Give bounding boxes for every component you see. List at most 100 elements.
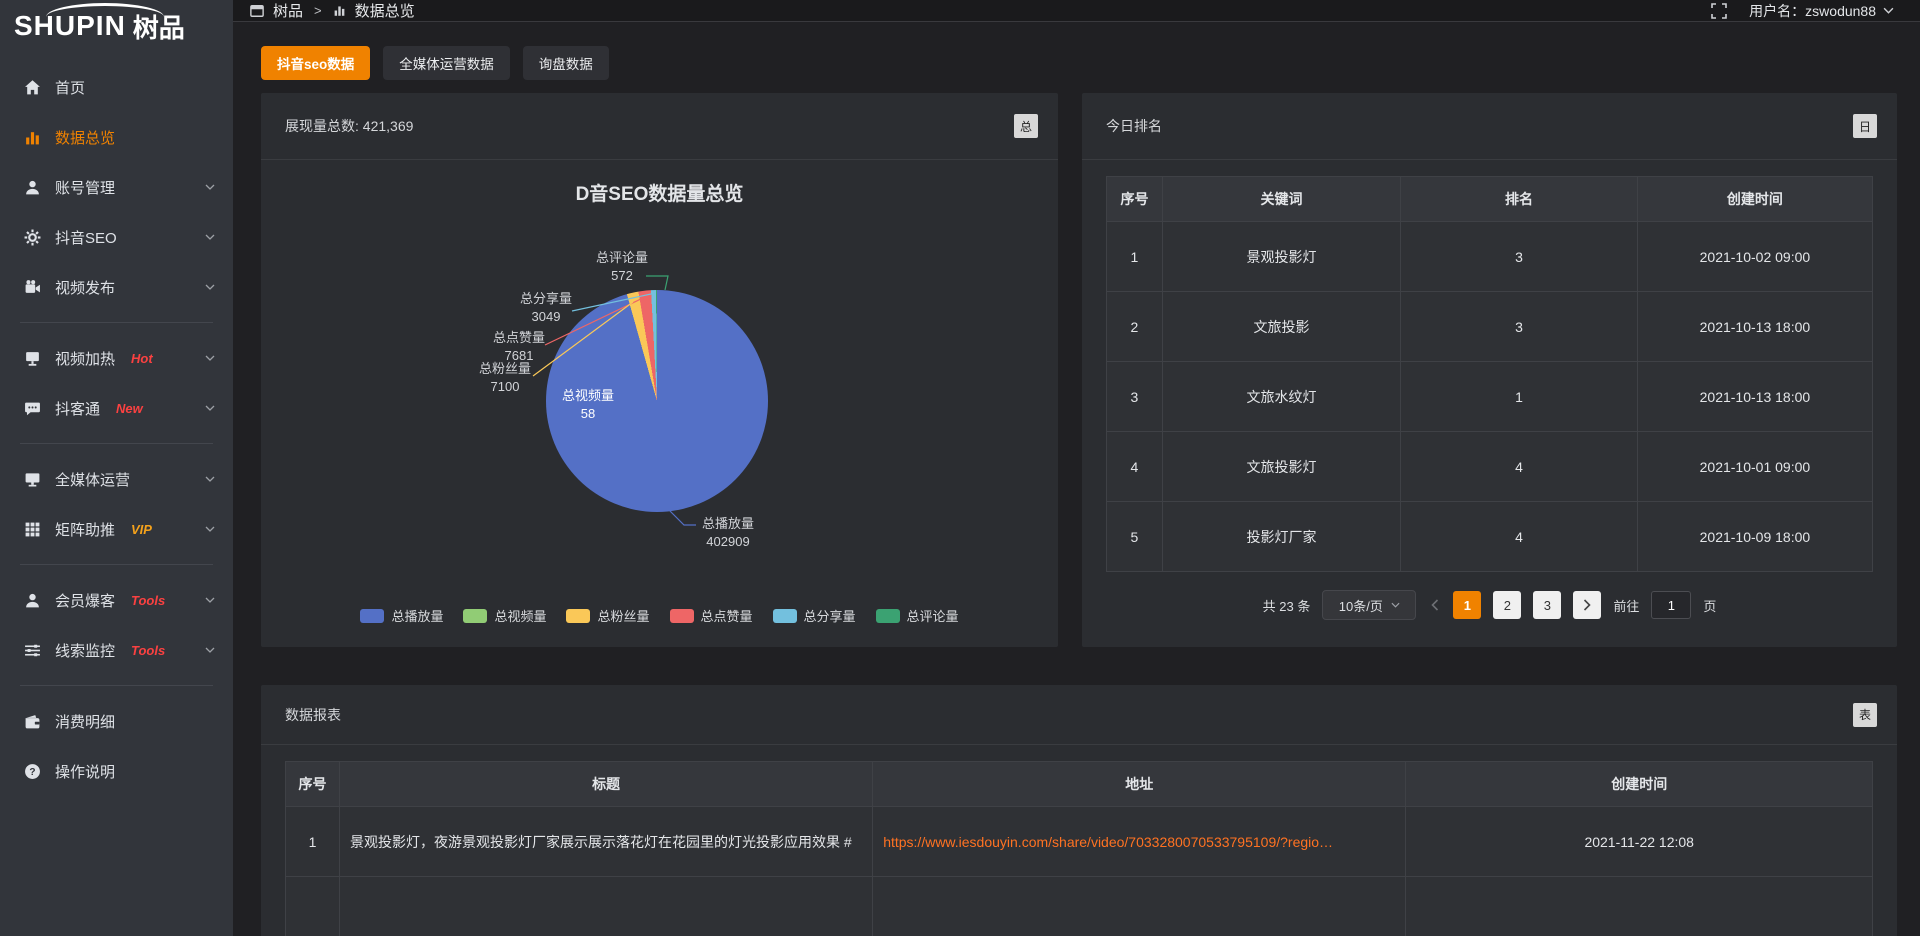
chevron-down-icon — [205, 355, 215, 361]
table-header-row: 序号 标题 地址 创建时间 — [286, 762, 1873, 807]
page-size-select[interactable]: 10条/页 — [1322, 590, 1416, 620]
pie-label-videos: 总视频量58 — [538, 387, 638, 423]
chevron-down-icon — [205, 184, 215, 190]
sidebar-item-video-heat[interactable]: 视频加热 Hot — [0, 333, 233, 383]
pie-label-plays: 总播放量402909 — [678, 515, 778, 551]
column-header: 序号 — [1107, 177, 1163, 222]
column-header: 创建时间 — [1406, 762, 1873, 807]
sidebar-item-label: 首页 — [55, 77, 85, 98]
legend-item-fans[interactable]: 总粉丝量 — [566, 606, 649, 625]
sidebar-divider — [20, 685, 213, 686]
column-header: 标题 — [339, 762, 872, 807]
sidebar-item-label: 账号管理 — [55, 177, 115, 198]
sidebar-item-label: 消费明细 — [55, 711, 115, 732]
goto-label: 前往 — [1613, 596, 1639, 615]
username-label: 用户名：zswodun88 — [1749, 1, 1876, 21]
pie-label-likes: 总点赞量7681 — [469, 329, 569, 365]
tab-media-operation-data[interactable]: 全媒体运营数据 — [383, 46, 510, 80]
fullscreen-icon[interactable] — [1711, 3, 1727, 19]
sidebar-item-video-publish[interactable]: 视频发布 — [0, 262, 233, 312]
sidebar-item-member-tools[interactable]: 会员爆客 Tools — [0, 575, 233, 625]
legend-swatch — [566, 609, 590, 623]
sidebar: SHUPIN 树品 首页 数据总览 账号管理 抖音SEO 视频发布 — [0, 0, 233, 936]
tab-inquiry-data[interactable]: 询盘数据 — [523, 46, 609, 80]
prev-page-icon[interactable] — [1428, 599, 1441, 611]
legend-swatch — [463, 609, 487, 623]
sidebar-item-label: 视频发布 — [55, 277, 115, 298]
sidebar-item-label: 线索监控 — [55, 640, 115, 661]
ranking-table: 序号 关键词 排名 创建时间 1景观投影灯32021-10-02 09:00 2… — [1106, 176, 1873, 572]
sidebar-item-douyin-seo[interactable]: 抖音SEO — [0, 212, 233, 262]
column-header: 序号 — [286, 762, 340, 807]
svg-text:?: ? — [29, 767, 35, 778]
breadcrumb-root[interactable]: 树品 — [273, 0, 303, 21]
legend-item-shares[interactable]: 总分享量 — [773, 606, 856, 625]
sidebar-item-consumption-detail[interactable]: 消费明细 — [0, 696, 233, 746]
user-menu[interactable]: 用户名：zswodun88 — [1749, 1, 1894, 21]
sidebar-item-douketong[interactable]: 抖客通 New — [0, 383, 233, 433]
legend-item-comments[interactable]: 总评论量 — [876, 606, 959, 625]
pie-label-comments: 总评论量572 — [572, 249, 672, 285]
legend-item-videos[interactable]: 总视频量 — [463, 606, 546, 625]
table-row: 4文旅投影灯42021-10-01 09:00 — [1107, 432, 1873, 502]
table-header-row: 序号 关键词 排名 创建时间 — [1107, 177, 1873, 222]
table-row: 1 景观投影灯，夜游景观投影灯厂家展示展示落花灯在花园里的灯光投影应用效果 # … — [286, 807, 1873, 877]
user-icon — [24, 179, 41, 196]
sidebar-item-home[interactable]: 首页 — [0, 62, 233, 112]
tab-douyin-seo-data[interactable]: 抖音seo数据 — [261, 46, 370, 80]
chevron-down-icon — [205, 234, 215, 240]
breadcrumb-separator: > — [314, 3, 322, 18]
page-button-2[interactable]: 2 — [1493, 591, 1521, 619]
question-icon: ? — [24, 763, 41, 780]
sidebar-item-matrix-boost[interactable]: 矩阵助推 VIP — [0, 504, 233, 554]
sidebar-item-media-operation[interactable]: 全媒体运营 — [0, 454, 233, 504]
wallet-icon — [24, 713, 41, 730]
bar-chart-icon — [24, 129, 41, 146]
billboard-icon — [24, 350, 41, 367]
vip-badge: VIP — [131, 522, 152, 537]
chart-legend: 总播放量 总视频量 总粉丝量 总点赞量 总分享量 总评论量 — [261, 606, 1058, 625]
sidebar-item-label: 数据总览 — [55, 127, 115, 148]
chevron-down-icon — [205, 405, 215, 411]
total-view-button[interactable]: 总 — [1014, 114, 1038, 138]
pagination: 共 23 条 10条/页 1 2 3 前往 页 — [1082, 590, 1897, 620]
next-page-button[interactable] — [1573, 591, 1601, 619]
video-link[interactable]: https://www.iesdouyin.com/share/video/70… — [883, 834, 1333, 850]
page-button-3[interactable]: 3 — [1533, 591, 1561, 619]
sidebar-menu: 首页 数据总览 账号管理 抖音SEO 视频发布 视频加热 Hot — [0, 52, 233, 796]
daily-view-button[interactable]: 日 — [1853, 114, 1877, 138]
sidebar-item-clue-monitor[interactable]: 线索监控 Tools — [0, 625, 233, 675]
hot-badge: Hot — [131, 351, 153, 366]
new-badge: New — [116, 401, 143, 416]
page-button-1[interactable]: 1 — [1453, 591, 1481, 619]
legend-swatch — [773, 609, 797, 623]
sidebar-item-data-overview[interactable]: 数据总览 — [0, 112, 233, 162]
video-camera-icon — [24, 279, 41, 296]
legend-swatch — [360, 609, 384, 623]
pie-chart: D音SEO数据量总览 总评论量572 总分享量3049 — [261, 93, 1058, 647]
sidebar-item-label: 矩阵助推 — [55, 519, 115, 540]
legend-item-likes[interactable]: 总点赞量 — [670, 606, 753, 625]
goto-page-input[interactable] — [1651, 591, 1691, 619]
chevron-down-icon — [1391, 602, 1400, 608]
sidebar-divider — [20, 564, 213, 565]
tools-badge: Tools — [131, 643, 165, 658]
app-logo: SHUPIN 树品 — [0, 0, 233, 52]
table-row: 1景观投影灯32021-10-02 09:00 — [1107, 222, 1873, 292]
chat-icon — [24, 400, 41, 417]
column-header: 地址 — [873, 762, 1406, 807]
data-report-card: 数据报表 表 序号 标题 地址 创建时间 1 景观投影灯，夜游景观投影灯厂 — [261, 685, 1897, 936]
pie-label-shares: 总分享量3049 — [496, 290, 596, 326]
chart-title: D音SEO数据量总览 — [261, 179, 1058, 206]
legend-item-plays[interactable]: 总播放量 — [360, 606, 443, 625]
breadcrumb-current[interactable]: 数据总览 — [355, 0, 415, 21]
chevron-down-icon — [205, 284, 215, 290]
today-ranking-card: 今日排名 日 序号 关键词 排名 创建时间 — [1082, 93, 1897, 647]
table-view-button[interactable]: 表 — [1853, 703, 1877, 727]
sliders-icon — [24, 642, 41, 659]
chevron-down-icon — [205, 476, 215, 482]
sidebar-item-instructions[interactable]: ? 操作说明 — [0, 746, 233, 796]
total-count-label: 共 23 条 — [1263, 596, 1311, 615]
sidebar-item-account[interactable]: 账号管理 — [0, 162, 233, 212]
ranking-card-title: 今日排名 — [1106, 116, 1162, 136]
